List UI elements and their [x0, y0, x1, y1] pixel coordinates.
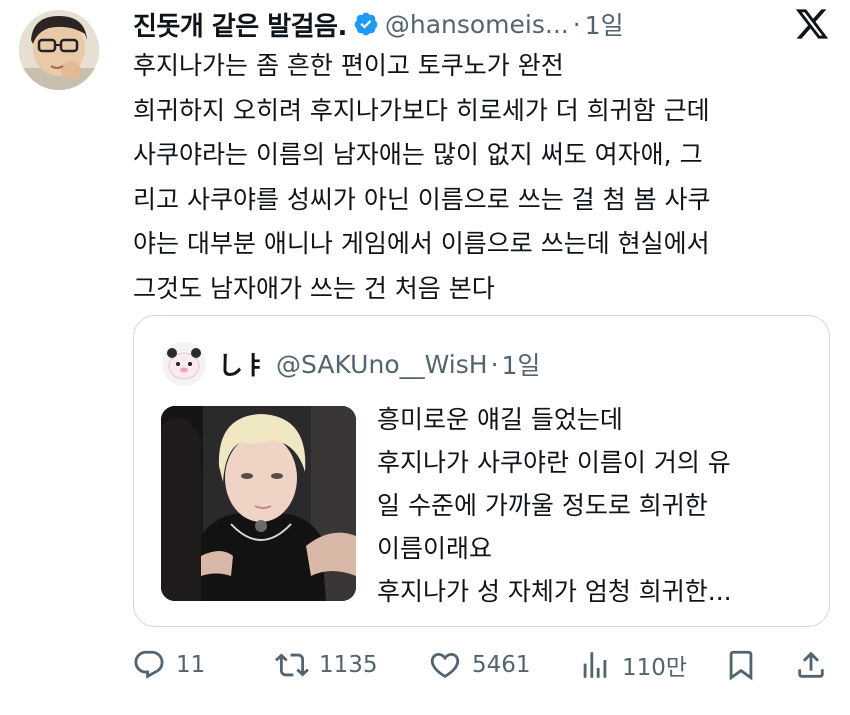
retweet-icon — [275, 653, 309, 677]
tweet-timestamp[interactable]: 1일 — [585, 6, 624, 42]
separator-dot: · — [572, 9, 581, 39]
reply-button[interactable]: 11 — [132, 642, 205, 688]
tweet-body-text: 후지나가는 좀 흔한 편이고 토쿠노가 완전 희귀하지 오히려 후지나가보다 히… — [133, 51, 711, 303]
author-avatar[interactable] — [19, 10, 99, 90]
retweet-button[interactable]: 1135 — [275, 642, 378, 688]
separator-dot: · — [490, 349, 499, 379]
quoted-tweet-header: しㅑ @SAKUno__WisH · 1일 — [162, 342, 540, 386]
views-count: 110만 — [622, 655, 688, 681]
quoted-author-avatar[interactable] — [162, 342, 206, 386]
like-count: 5461 — [472, 652, 531, 678]
author-handle[interactable]: @hansomeis... — [385, 10, 569, 39]
heart-icon — [430, 652, 460, 678]
retweet-count: 1135 — [319, 652, 378, 678]
verified-badge-icon — [354, 12, 378, 36]
reply-count: 11 — [176, 652, 206, 678]
quoted-tweet-text: 흥미로운 얘길 들었는데 후지나가 사쿠야란 이름이 거의 유 일 수준에 가까… — [377, 405, 732, 606]
quoted-author-handle[interactable]: @SAKUno__WisH — [276, 350, 488, 379]
quoted-author-display-name[interactable]: しㅑ — [218, 346, 266, 382]
reply-icon — [134, 650, 164, 679]
bookmark-button[interactable] — [724, 642, 758, 688]
quoted-tweet-timestamp[interactable]: 1일 — [502, 346, 541, 382]
like-button[interactable]: 5461 — [428, 642, 531, 688]
quoted-tweet-photo[interactable] — [161, 406, 356, 601]
tweet-action-bar: 11 1135 5461 110만 — [130, 642, 835, 688]
bookmark-icon — [729, 650, 753, 681]
quoted-tweet-card[interactable]: しㅑ @SAKUno__WisH · 1일 흥미로운 얘길 들었는데 후지나가 … — [133, 315, 830, 627]
tweet-header: 진돗개 같은 발걸음. @hansomeis... · 1일 — [133, 6, 830, 42]
share-icon — [798, 651, 824, 678]
views-icon — [583, 652, 607, 678]
x-logo-icon[interactable] — [792, 6, 832, 42]
views-button[interactable]: 110만 — [578, 642, 687, 688]
share-button[interactable] — [794, 642, 828, 688]
author-display-name[interactable]: 진돗개 같은 발걸음. — [133, 6, 347, 43]
